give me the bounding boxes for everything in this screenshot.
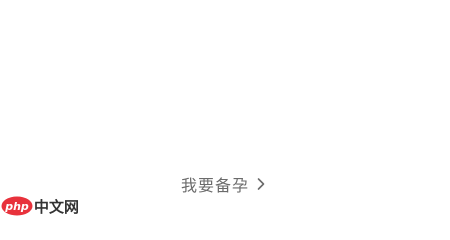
svg-text:php: php (4, 200, 29, 213)
watermark-site-text: 中文网 (34, 197, 80, 216)
chevron-right-icon (253, 176, 269, 192)
app-screen: 我要备孕 php 中文网 (0, 0, 450, 219)
prepare-pregnancy-label: 我要备孕 (180, 176, 249, 195)
php-logo: php (1, 196, 33, 216)
watermark: php 中文网 (0, 193, 96, 219)
